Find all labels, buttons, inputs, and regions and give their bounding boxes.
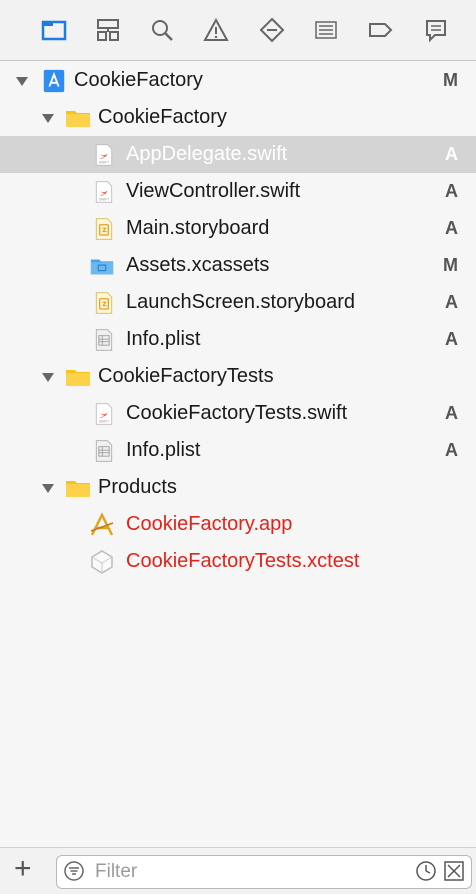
recent-files-clock-icon[interactable] <box>415 860 437 882</box>
folder-icon <box>64 363 92 391</box>
file-row-info-plist[interactable]: Info.plist A <box>0 321 476 358</box>
file-row-product-xctest[interactable]: CookieFactoryTests.xctest <box>0 543 476 580</box>
svg-text:SWIFT: SWIFT <box>99 197 110 201</box>
project-label: CookieFactory <box>74 69 203 91</box>
swift-file-icon: SWIFT <box>90 178 118 206</box>
status-badge: A <box>445 181 458 201</box>
status-badge: A <box>445 218 458 238</box>
swift-file-icon: SWIFT <box>90 400 118 428</box>
disclosure-triangle-down-icon[interactable] <box>40 480 56 496</box>
group-row-cookiefactorytests[interactable]: CookieFactoryTests <box>0 358 476 395</box>
group-label: CookieFactoryTests <box>98 365 274 387</box>
status-badge: M <box>443 70 458 90</box>
file-label: ViewController.swift <box>126 180 301 202</box>
project-navigator-icon[interactable] <box>38 14 70 46</box>
file-row-tests-swift[interactable]: SWIFT CookieFactoryTests.swift A <box>0 395 476 432</box>
file-label: CookieFactoryTests.xctest <box>126 550 360 572</box>
file-row-main-storyboard[interactable]: Main.storyboard A <box>0 210 476 247</box>
test-bundle-icon <box>88 548 116 576</box>
status-badge: A <box>445 329 458 349</box>
file-label: CookieFactoryTests.swift <box>126 402 348 424</box>
status-badge: A <box>445 144 458 164</box>
file-row-appdelegate[interactable]: SWIFT AppDelegate.swift A <box>0 136 476 173</box>
file-row-tests-info-plist[interactable]: Info.plist A <box>0 432 476 469</box>
app-product-icon <box>88 511 116 539</box>
group-row-products[interactable]: Products <box>0 469 476 506</box>
file-label: Main.storyboard <box>126 217 270 239</box>
disclosure-triangle-down-icon[interactable] <box>14 73 30 89</box>
file-label: CookieFactory.app <box>126 513 293 535</box>
svg-text:SWIFT: SWIFT <box>99 160 110 164</box>
add-button[interactable]: + <box>14 854 32 884</box>
test-navigator-icon[interactable] <box>256 14 288 46</box>
symbol-navigator-icon[interactable] <box>92 14 124 46</box>
swift-file-icon: SWIFT <box>90 141 118 169</box>
status-badge: A <box>445 292 458 312</box>
file-label: Assets.xcassets <box>126 254 270 276</box>
folder-icon <box>64 474 92 502</box>
file-label: LaunchScreen.storyboard <box>126 291 356 313</box>
find-navigator-icon[interactable] <box>146 14 178 46</box>
file-row-viewcontroller[interactable]: SWIFT ViewController.swift A <box>0 173 476 210</box>
file-label: AppDelegate.swift <box>126 143 288 165</box>
asset-catalog-icon <box>88 252 116 280</box>
status-badge: A <box>445 403 458 423</box>
file-row-product-app[interactable]: CookieFactory.app <box>0 506 476 543</box>
disclosure-triangle-down-icon[interactable] <box>40 369 56 385</box>
issue-navigator-icon[interactable] <box>200 14 232 46</box>
report-navigator-icon[interactable] <box>420 14 452 46</box>
group-row-cookiefactory[interactable]: CookieFactory <box>0 99 476 136</box>
filter-icon <box>63 860 85 882</box>
group-label: CookieFactory <box>98 106 227 128</box>
xcode-project-icon <box>40 67 68 95</box>
navigator-selector-bar <box>0 0 476 61</box>
folder-icon <box>64 104 92 132</box>
storyboard-file-icon <box>90 215 118 243</box>
file-label: Info.plist <box>126 328 201 350</box>
file-row-assets[interactable]: Assets.xcassets M <box>0 247 476 284</box>
svg-text:SWIFT: SWIFT <box>99 419 110 423</box>
filter-input[interactable] <box>93 860 397 884</box>
disclosure-triangle-down-icon[interactable] <box>40 110 56 126</box>
project-navigator-tree: CookieFactory M CookieFactory SWIFT AppD… <box>0 62 476 580</box>
breakpoint-navigator-icon[interactable] <box>364 14 396 46</box>
plist-file-icon <box>90 326 118 354</box>
plist-file-icon <box>90 437 118 465</box>
file-row-launchscreen[interactable]: LaunchScreen.storyboard A <box>0 284 476 321</box>
status-badge: A <box>445 440 458 460</box>
status-badge: M <box>443 255 458 275</box>
debug-navigator-icon[interactable] <box>310 14 342 46</box>
navigator-footer: + <box>0 847 476 894</box>
file-label: Info.plist <box>126 439 201 461</box>
storyboard-file-icon <box>90 289 118 317</box>
source-control-status-icon[interactable] <box>443 860 465 882</box>
project-row[interactable]: CookieFactory M <box>0 62 476 99</box>
group-label: Products <box>98 476 177 498</box>
filter-field[interactable] <box>56 855 472 889</box>
